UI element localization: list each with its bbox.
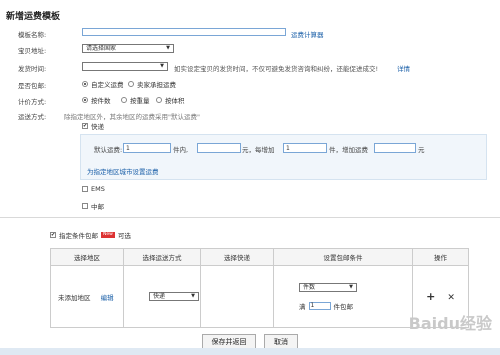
shipping-method-label: 运送方式: — [18, 113, 47, 121]
full-prefix: 满 — [299, 302, 306, 311]
method-cell: 快递 ▼ — [123, 265, 201, 328]
column-header: 操作 — [412, 248, 469, 266]
shipping-method-note: 除指定地区外，其余地区的运费采用"默认运费" — [64, 113, 200, 121]
add-fee-input[interactable] — [374, 143, 416, 153]
post-checkbox[interactable]: 中邮 — [82, 201, 104, 211]
edit-region-link[interactable]: 编辑 — [101, 294, 114, 302]
chevron-down-icon: ▼ — [191, 293, 195, 299]
freight-calculator-link[interactable]: 运费计算器 — [291, 29, 324, 39]
first-fee-input[interactable] — [197, 143, 241, 153]
region-value: 未添加地区 — [58, 293, 91, 302]
free-option-label: 自定义运费 — [91, 81, 124, 89]
pricing-option-weight[interactable]: 按重量 — [121, 95, 150, 105]
ship-time-label: 发货时间: — [18, 65, 47, 73]
unit-label: 元，每增加 — [242, 146, 275, 154]
unit-label: 件，增加运费 — [329, 146, 368, 154]
bottom-bar — [0, 348, 500, 355]
add-count-value: 1 — [286, 145, 290, 152]
method-select[interactable]: 快递 ▼ — [149, 292, 199, 301]
pricing-option-label: 按体积 — [165, 97, 185, 105]
divider — [0, 217, 500, 218]
conditional-free-suffix: 可选 — [117, 232, 131, 240]
condition-cell: 件数 ▼ 满 1 件包邮 — [273, 265, 413, 328]
carrier-cell — [200, 265, 274, 328]
radio-icon — [128, 81, 134, 87]
radio-selected-icon — [82, 97, 88, 103]
unit-label: 元 — [418, 146, 425, 154]
add-icon[interactable]: + — [426, 290, 435, 303]
table-row: 未添加地区 编辑 快递 ▼ 件数 ▼ 满 1 件包邮 + ✕ — [50, 265, 469, 328]
column-header: 选择地区 — [50, 248, 124, 266]
ship-time-note: 如实设定宝贝的发货时间，不仅可避免发货咨询和纠纷，还能促进成交! — [174, 65, 379, 73]
conditional-free-checkbox[interactable]: ✔ 指定条件包邮 New 可选 — [50, 230, 131, 240]
free-option-seller[interactable]: 卖家承担运费 — [128, 79, 176, 89]
add-count-input[interactable]: 1 — [283, 143, 327, 153]
condition-type-value: 件数 — [303, 283, 316, 291]
ship-time-detail-link[interactable]: 详情 — [397, 63, 410, 73]
chevron-down-icon: ▼ — [349, 283, 353, 290]
checkbox-icon — [82, 203, 88, 209]
radio-icon — [156, 97, 162, 103]
checkbox-checked-icon: ✔ — [50, 232, 56, 238]
conditions-table: 选择地区 选择运送方式 选择快递 设置包邮条件 操作 未添加地区 编辑 快递 ▼… — [50, 248, 469, 328]
checkbox-checked-icon: ✔ — [82, 123, 88, 129]
pricing-label: 计价方式: — [18, 98, 47, 106]
post-label: 中邮 — [91, 203, 104, 211]
free-option-label: 卖家承担运费 — [137, 81, 176, 89]
pricing-option-volume[interactable]: 按体积 — [156, 95, 185, 105]
first-count-input[interactable]: 1 — [123, 143, 171, 153]
location-label: 宝贝地址: — [18, 47, 47, 55]
template-name-input[interactable] — [82, 28, 286, 36]
first-count-value: 1 — [126, 145, 130, 152]
column-header: 设置包邮条件 — [273, 248, 413, 266]
new-badge: New — [101, 232, 115, 238]
method-select-value: 快递 — [153, 293, 166, 300]
chevron-down-icon: ▼ — [166, 45, 170, 51]
region-fee-link[interactable]: 为指定地区城市设置运费 — [87, 166, 159, 176]
condition-type-select[interactable]: 件数 ▼ — [299, 282, 357, 292]
radio-selected-icon — [82, 81, 88, 87]
watermark: Baidu经验 — [408, 314, 492, 333]
unit-label: 件内, — [173, 146, 189, 154]
table-header: 选择地区 选择运送方式 选择快递 设置包邮条件 操作 — [50, 248, 469, 266]
page-title: 新增运费模板 — [6, 12, 61, 22]
close-icon[interactable]: ✕ — [447, 293, 455, 303]
template-name-label: 模板名称: — [18, 31, 47, 39]
ems-checkbox[interactable]: EMS — [82, 185, 105, 193]
full-count-input[interactable]: 1 — [308, 301, 331, 310]
ship-time-select[interactable]: ▼ — [82, 62, 168, 71]
column-header: 选择运送方式 — [123, 248, 201, 266]
express-label: 快递 — [91, 123, 104, 131]
pricing-option-label: 按件数 — [91, 97, 111, 105]
country-select[interactable]: 请选择国家 ▼ — [82, 44, 174, 53]
ems-label: EMS — [91, 185, 105, 193]
country-select-value: 请选择国家 — [86, 45, 117, 52]
chevron-down-icon: ▼ — [160, 63, 164, 69]
checkbox-icon — [82, 186, 88, 192]
free-shipping-label: 是否包邮: — [18, 82, 47, 90]
column-header: 选择快递 — [200, 248, 274, 266]
full-count-row: 满 1 件包邮 — [299, 301, 411, 311]
default-fee-label: 默认运费: — [94, 146, 123, 154]
full-suffix: 件包邮 — [333, 302, 354, 311]
pricing-option-label: 按重量 — [130, 97, 150, 105]
pricing-option-count[interactable]: 按件数 — [82, 95, 111, 105]
express-checkbox[interactable]: ✔ 快递 — [82, 121, 104, 131]
free-option-custom[interactable]: 自定义运费 — [82, 79, 124, 89]
region-cell: 未添加地区 编辑 — [50, 265, 124, 328]
conditional-free-label: 指定条件包邮 — [59, 232, 98, 240]
radio-icon — [121, 97, 127, 103]
